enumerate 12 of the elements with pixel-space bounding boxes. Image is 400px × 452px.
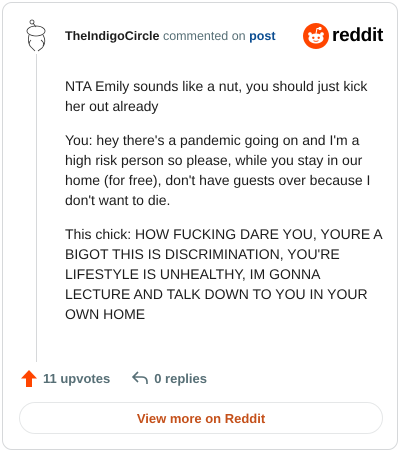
reply-arrow-icon[interactable] bbox=[132, 371, 148, 385]
upvote-count: 11 upvotes bbox=[43, 370, 110, 386]
upvote-arrow-icon[interactable] bbox=[21, 370, 37, 386]
comment-paragraph: NTA Emily sounds like a nut, you should just kick her out already bbox=[65, 77, 368, 116]
view-more-button[interactable]: View more on Reddit bbox=[19, 402, 383, 434]
comment-byline: TheIndigoCircle commented on post bbox=[65, 29, 276, 43]
alien-logo-icon bbox=[303, 23, 330, 49]
comment-paragraph: You: hey there's a pandemic going on and I'm a high risk person so please, while you stay in our home (for free), don't have guests over because I don't want to die. bbox=[65, 131, 372, 210]
comment-paragraph: This chick: HOW FUCKING DARE YOU, YOURE A BIGOT THIS IS DISCRIMINATION, YOU'RE LIFESTYLE IS UNHEALTHY, IM GONNA LECTURE AND TALK DOWN TO YOU IN YOUR OWN HOME bbox=[65, 225, 383, 324]
logo-wordmark: reddit bbox=[332, 25, 383, 47]
post-link[interactable]: post bbox=[249, 29, 276, 43]
reply-count: 0 replies bbox=[154, 370, 207, 386]
